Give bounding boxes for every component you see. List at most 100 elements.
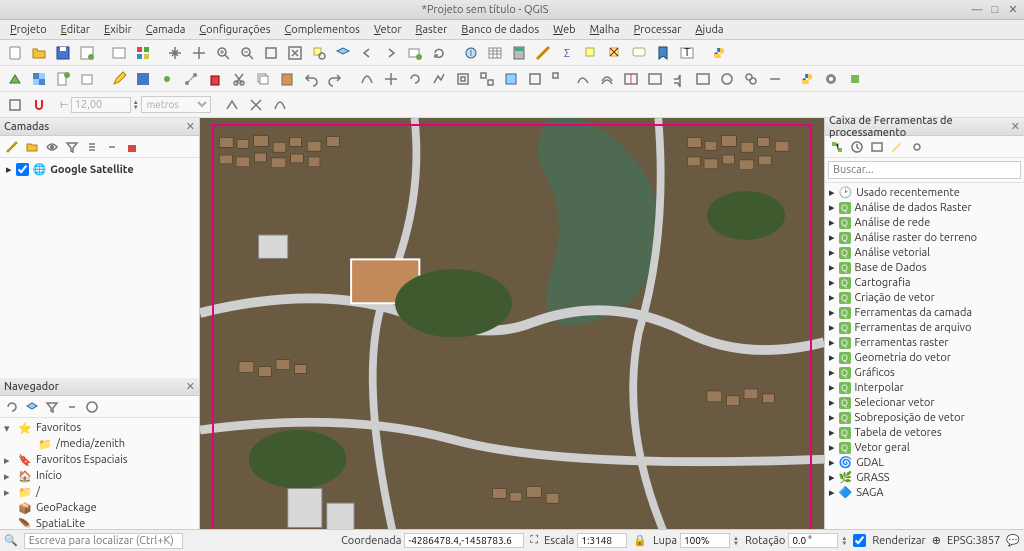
text-annotation-icon[interactable]: T xyxy=(676,42,698,64)
snapping-edit-icon[interactable] xyxy=(4,94,26,116)
open-project-icon[interactable] xyxy=(28,42,50,64)
locator-input[interactable] xyxy=(24,533,183,549)
merge-attributes-icon[interactable] xyxy=(692,68,714,90)
processing-item[interactable]: ▸🕑Usado recentemente xyxy=(829,185,1020,200)
layer-row[interactable]: ▸ 🌐 Google Satellite xyxy=(4,162,195,177)
zoom-out-icon[interactable] xyxy=(236,42,258,64)
processing-item[interactable]: ▸🔷SAGA xyxy=(829,485,1020,500)
browser-item[interactable]: ▸📁/ xyxy=(4,484,195,500)
menu-editar[interactable]: Editar xyxy=(55,22,96,38)
processing-item[interactable]: ▸QAnálise raster do terreno xyxy=(829,230,1020,245)
browser-item[interactable]: ▸🏠Início xyxy=(4,468,195,484)
snap-unit-select[interactable]: metros xyxy=(141,96,211,113)
fill-ring-icon[interactable] xyxy=(500,68,522,90)
redo-icon[interactable] xyxy=(324,68,346,90)
caret-icon[interactable]: ▸ xyxy=(6,163,12,176)
browser-item[interactable]: 📦GeoPackage xyxy=(4,500,195,516)
browser-item[interactable]: 📁/media/zenith xyxy=(4,436,195,452)
processing-item[interactable]: ▸QFerramentas da camada xyxy=(829,305,1020,320)
menu-camada[interactable]: Camada xyxy=(140,22,192,38)
processing-item[interactable]: ▸QBase de Dados xyxy=(829,260,1020,275)
measure-icon[interactable] xyxy=(532,42,554,64)
menu-exibir[interactable]: Exibir xyxy=(98,22,138,38)
window-close-button[interactable]: ✕ xyxy=(1006,3,1020,17)
pan-icon[interactable] xyxy=(164,42,186,64)
processing-item[interactable]: ▸🌀GDAL xyxy=(829,455,1020,470)
snap-distance-input[interactable] xyxy=(71,97,131,113)
remove-layer-icon[interactable] xyxy=(123,138,141,156)
plugins-icon[interactable] xyxy=(844,68,866,90)
zoom-native-icon[interactable] xyxy=(260,42,282,64)
enable-snapping-icon[interactable] xyxy=(28,94,50,116)
refresh-icon[interactable] xyxy=(428,42,450,64)
delete-ring-icon[interactable] xyxy=(524,68,546,90)
browser-item[interactable]: ▾⭐Favoritos xyxy=(4,420,195,436)
menu-vetor[interactable]: Vetor xyxy=(368,22,408,38)
python-console-icon[interactable] xyxy=(708,42,730,64)
processing-item[interactable]: ▸QFerramentas de arquivo xyxy=(829,320,1020,335)
select-features-icon[interactable] xyxy=(580,42,602,64)
processing-model-icon[interactable] xyxy=(828,138,846,156)
rotation-value-input[interactable] xyxy=(788,533,838,548)
split-features-icon[interactable] xyxy=(620,68,642,90)
collapse-browser-icon[interactable] xyxy=(63,398,81,416)
processing-item[interactable]: ▸QSelecionar vetor xyxy=(829,395,1020,410)
cut-features-icon[interactable] xyxy=(228,68,250,90)
processing-tree[interactable]: ▸🕑Usado recentemente▸QAnálise de dados R… xyxy=(825,183,1024,551)
browser-panel-close-icon[interactable]: ✕ xyxy=(186,380,195,393)
undo-icon[interactable] xyxy=(300,68,322,90)
crs-icon[interactable]: ⊕ xyxy=(932,534,941,547)
menu-ajuda[interactable]: Ajuda xyxy=(689,22,729,38)
python-icon[interactable] xyxy=(796,68,818,90)
window-minimize-button[interactable]: — xyxy=(970,3,984,17)
processing-item[interactable]: ▸QVetor geral xyxy=(829,440,1020,455)
zoom-layer-icon[interactable] xyxy=(332,42,354,64)
layer-visibility-checkbox[interactable] xyxy=(16,163,29,176)
add-vector-icon[interactable] xyxy=(4,68,26,90)
processing-item[interactable]: ▸QAnálise vetorial xyxy=(829,245,1020,260)
enable-tracing-icon[interactable] xyxy=(269,94,291,116)
delete-selected-icon[interactable] xyxy=(204,68,226,90)
topo-editing-icon[interactable] xyxy=(221,94,243,116)
menu-web[interactable]: Web xyxy=(547,22,582,38)
window-maximize-button[interactable]: □ xyxy=(988,3,1002,17)
processing-item[interactable]: ▸QFerramentas raster xyxy=(829,335,1020,350)
processing-item[interactable]: ▸QSobreposição de vetor xyxy=(829,410,1020,425)
processing-edit-icon[interactable] xyxy=(888,138,906,156)
delete-part-icon[interactable] xyxy=(548,68,570,90)
refresh-browser-icon[interactable] xyxy=(3,398,21,416)
reshape-icon[interactable] xyxy=(572,68,594,90)
move-feature-icon[interactable] xyxy=(380,68,402,90)
messages-icon[interactable]: 💬 xyxy=(1006,534,1020,547)
lupa-value-input[interactable] xyxy=(680,533,730,548)
copy-features-icon[interactable] xyxy=(252,68,274,90)
map-canvas[interactable] xyxy=(200,118,824,551)
render-checkbox[interactable] xyxy=(853,534,866,547)
browser-item[interactable]: ▸🔖Favoritos Espaciais xyxy=(4,452,195,468)
menu-malha[interactable]: Malha xyxy=(584,22,626,38)
rotate-symbols-icon[interactable] xyxy=(716,68,738,90)
processing-item[interactable]: ▸QTabela de vetores xyxy=(829,425,1020,440)
processing-item[interactable]: ▸QAnálise de rede xyxy=(829,215,1020,230)
menu-projeto[interactable]: Projeto xyxy=(4,22,53,38)
filter-browser-icon[interactable] xyxy=(43,398,61,416)
layout-manager-icon[interactable] xyxy=(108,42,130,64)
map-tips-icon[interactable] xyxy=(628,42,650,64)
collapse-all-icon[interactable] xyxy=(103,138,121,156)
trim-icon[interactable] xyxy=(764,68,786,90)
pan-to-selection-icon[interactable] xyxy=(188,42,210,64)
open-layer-styling-icon[interactable] xyxy=(3,138,21,156)
expand-all-icon[interactable] xyxy=(83,138,101,156)
properties-icon[interactable] xyxy=(83,398,101,416)
processing-results-icon[interactable] xyxy=(868,138,886,156)
rotate-feature-icon[interactable] xyxy=(404,68,426,90)
digitize-curve-icon[interactable] xyxy=(356,68,378,90)
processing-item[interactable]: ▸QInterpolar xyxy=(829,380,1020,395)
processing-history-icon[interactable] xyxy=(848,138,866,156)
epsg-label[interactable]: EPSG:3857 xyxy=(947,535,1000,547)
menu-complementos[interactable]: Complementos xyxy=(279,22,366,38)
add-raster-icon[interactable] xyxy=(28,68,50,90)
processing-item[interactable]: ▸QGeometria do vetor xyxy=(829,350,1020,365)
bookmark-icon[interactable] xyxy=(652,42,674,64)
zoom-selection-icon[interactable] xyxy=(308,42,330,64)
